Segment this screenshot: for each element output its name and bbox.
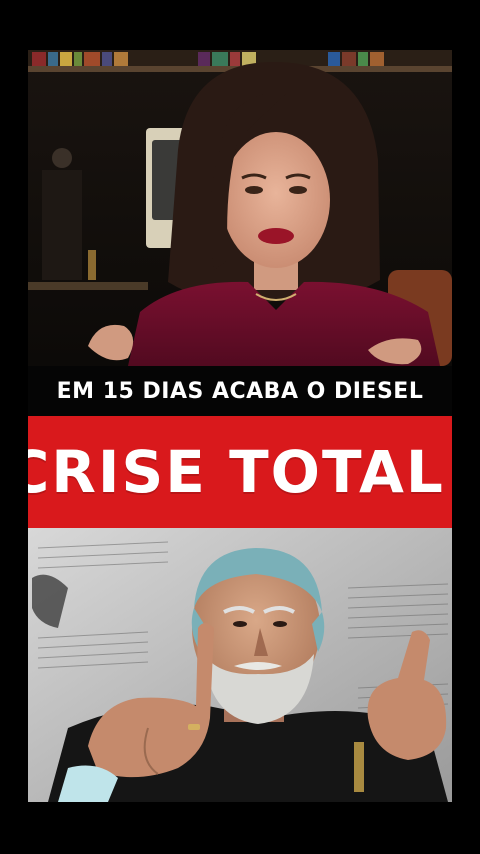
headline-bar: EM 15 DIAS ACABA O DIESEL — [28, 366, 452, 416]
headline-text: EM 15 DIAS ACABA O DIESEL — [56, 378, 424, 404]
woman-studio-illustration — [28, 50, 452, 366]
bottom-photo — [28, 528, 452, 802]
red-banner: CRISE TOTAL! — [28, 416, 452, 528]
video-frame: EM 15 DIAS ACABA O DIESEL CRISE TOTAL! — [28, 50, 452, 802]
banner-text: CRISE TOTAL! — [28, 438, 452, 506]
man-gesture-illustration — [28, 528, 452, 802]
top-photo — [28, 50, 452, 366]
